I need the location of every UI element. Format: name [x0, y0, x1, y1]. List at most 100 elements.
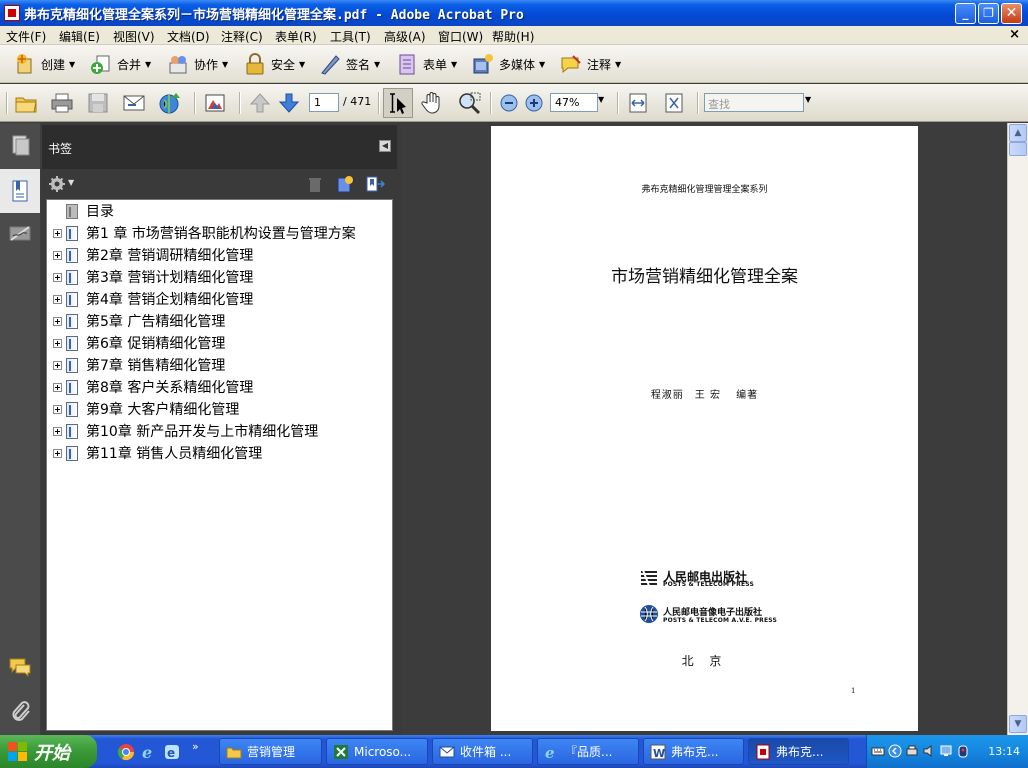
bookmark-item-chapter-4[interactable]: 第4章 营销企划精细化管理 — [47, 288, 392, 310]
document-view[interactable]: 弗布克精细化管理管理全案系列 市场营销精细化管理全案 程淑丽 王 宏 编著 人民… — [401, 123, 1007, 735]
secure-button[interactable]: 安全 ▼ — [244, 51, 305, 77]
menu-file[interactable]: 文件(F) — [6, 28, 46, 45]
color-picker-icon[interactable] — [203, 91, 227, 115]
paperclip-icon[interactable] — [8, 699, 32, 723]
zoom-level-input[interactable]: 47% — [550, 93, 598, 112]
minimize-button[interactable]: _ — [955, 3, 976, 24]
zoom-tool-icon[interactable] — [457, 91, 481, 115]
bookmark-item-chapter-9[interactable]: 第9章 大客户精细化管理 — [47, 398, 392, 420]
bookmark-item-chapter-6[interactable]: 第6章 促销精细化管理 — [47, 332, 392, 354]
expand-bookmark-icon[interactable] — [365, 175, 385, 193]
bookmark-item-chapter-11[interactable]: 第11章 销售人员精细化管理 — [47, 442, 392, 464]
close-button[interactable]: ✕ — [1001, 3, 1022, 24]
print-icon[interactable] — [50, 91, 74, 115]
expand-icon[interactable] — [53, 272, 62, 282]
taskbar-item-word[interactable]: W 弗布克... — [643, 738, 744, 765]
open-folder-icon[interactable] — [14, 91, 38, 115]
expand-icon[interactable] — [53, 360, 62, 370]
vertical-scrollbar[interactable]: ▲ ▼ — [1007, 123, 1028, 735]
chevron-down-icon[interactable]: ▼ — [68, 178, 74, 187]
close-document-button[interactable]: × — [1009, 27, 1020, 42]
start-button[interactable]: 开始 — [0, 735, 97, 768]
bookmark-item-toc[interactable]: 目录 — [47, 200, 392, 222]
bookmark-item-chapter-10[interactable]: 第10章 新产品开发与上市精细化管理 — [47, 420, 392, 442]
expand-icon[interactable] — [53, 338, 62, 348]
comment-button[interactable]: 注释 ▼ — [560, 51, 621, 77]
find-input[interactable]: 查找 — [704, 93, 804, 112]
menu-forms[interactable]: 表单(R) — [275, 28, 317, 45]
bookmark-item-chapter-8[interactable]: 第8章 客户关系精细化管理 — [47, 376, 392, 398]
menu-view[interactable]: 视图(V) — [113, 28, 155, 45]
pages-icon[interactable] — [8, 133, 32, 157]
chrome-icon[interactable] — [117, 743, 135, 761]
bookmark-item-chapter-3[interactable]: 第3章 营销计划精细化管理 — [47, 266, 392, 288]
multimedia-button[interactable]: 多媒体 ▼ — [472, 51, 545, 77]
chevron-down-icon[interactable]: ▼ — [598, 95, 604, 104]
collapse-panel-button[interactable]: ◀ — [379, 140, 391, 152]
maximize-button[interactable]: ❐ — [978, 3, 999, 24]
upload-web-icon[interactable] — [158, 91, 182, 115]
pdf-page[interactable]: 弗布克精细化管理管理全案系列 市场营销精细化管理全案 程淑丽 王 宏 编著 人民… — [491, 126, 918, 731]
security-tray-icon[interactable] — [956, 744, 970, 758]
chevron-left-icon[interactable] — [888, 744, 902, 758]
expand-icon[interactable] — [53, 426, 62, 436]
scrollbar-thumb[interactable] — [1009, 142, 1027, 156]
chevron-down-icon[interactable]: ▼ — [805, 95, 811, 104]
gear-icon[interactable] — [48, 175, 66, 193]
comments-panel-icon[interactable] — [8, 655, 32, 679]
previous-page-icon[interactable] — [248, 91, 272, 115]
menu-document[interactable]: 文档(D) — [167, 28, 210, 45]
keyboard-icon[interactable] — [871, 744, 885, 758]
bookmark-item-chapter-7[interactable]: 第7章 销售精细化管理 — [47, 354, 392, 376]
taskbar-item-excel[interactable]: Microso... — [326, 738, 428, 765]
scroll-down-button[interactable]: ▼ — [1009, 715, 1027, 733]
combine-button[interactable]: 合并 ▼ — [90, 51, 151, 77]
menu-tools[interactable]: 工具(T) — [330, 28, 371, 45]
bookmarks-icon[interactable] — [8, 179, 32, 203]
menu-comments[interactable]: 注释(C) — [221, 28, 263, 45]
menu-edit[interactable]: 编辑(E) — [59, 28, 100, 45]
signatures-icon[interactable] — [8, 221, 32, 245]
next-page-icon[interactable] — [277, 91, 301, 115]
new-bookmark-icon[interactable] — [336, 175, 354, 193]
printer-tray-icon[interactable] — [905, 744, 919, 758]
menu-advanced[interactable]: 高级(A) — [384, 28, 426, 45]
bookmark-item-chapter-1[interactable]: 第1 章 市场营销各职能机构设置与管理方案 — [47, 222, 392, 244]
title-bar[interactable]: 弗布克精细化管理全案系列－市场营销精细化管理全案.pdf - Adobe Acr… — [0, 0, 1028, 26]
taskbar-item-acrobat[interactable]: 弗布克... — [748, 738, 849, 765]
zoom-in-icon[interactable] — [522, 91, 546, 115]
network-icon[interactable] — [939, 744, 953, 758]
volume-icon[interactable] — [922, 744, 936, 758]
ie-icon[interactable]: e — [140, 743, 158, 761]
clock[interactable]: 13:14 — [988, 745, 1020, 758]
save-icon[interactable] — [86, 91, 110, 115]
fit-page-icon[interactable] — [662, 91, 686, 115]
menu-window[interactable]: 窗口(W) — [438, 28, 483, 45]
scroll-up-button[interactable]: ▲ — [1009, 124, 1027, 142]
taskbar-item-browser[interactable]: e 『品质... — [537, 738, 639, 765]
expand-icon[interactable] — [53, 316, 62, 326]
fit-width-icon[interactable] — [626, 91, 650, 115]
collaborate-button[interactable]: 协作 ▼ — [167, 51, 228, 77]
trash-icon[interactable] — [307, 176, 323, 193]
email-icon[interactable] — [122, 91, 146, 115]
quicklaunch-app-icon[interactable]: e — [163, 743, 181, 761]
expand-icon[interactable] — [53, 228, 62, 238]
expand-icon[interactable] — [53, 250, 62, 260]
sign-button[interactable]: 签名 ▼ — [319, 51, 380, 77]
page-number-input[interactable]: 1 — [309, 93, 339, 112]
expand-icon[interactable] — [53, 448, 62, 458]
expand-icon[interactable] — [53, 294, 62, 304]
zoom-out-icon[interactable] — [497, 91, 521, 115]
bookmark-item-chapter-2[interactable]: 第2章 营销调研精细化管理 — [47, 244, 392, 266]
menu-help[interactable]: 帮助(H) — [492, 28, 534, 45]
taskbar-item-outlook[interactable]: 收件箱 ... — [432, 738, 533, 765]
taskbar-item-folder[interactable]: 营销管理 — [219, 738, 322, 765]
bookmark-item-chapter-5[interactable]: 第5章 广告精细化管理 — [47, 310, 392, 332]
create-button[interactable]: 创建 ▼ — [14, 51, 75, 77]
acrobat-app-icon[interactable] — [4, 5, 20, 21]
chevron-more-icon[interactable]: » — [192, 740, 199, 753]
forms-button[interactable]: 表单 ▼ — [396, 51, 457, 77]
expand-icon[interactable] — [53, 382, 62, 392]
expand-icon[interactable] — [53, 404, 62, 414]
